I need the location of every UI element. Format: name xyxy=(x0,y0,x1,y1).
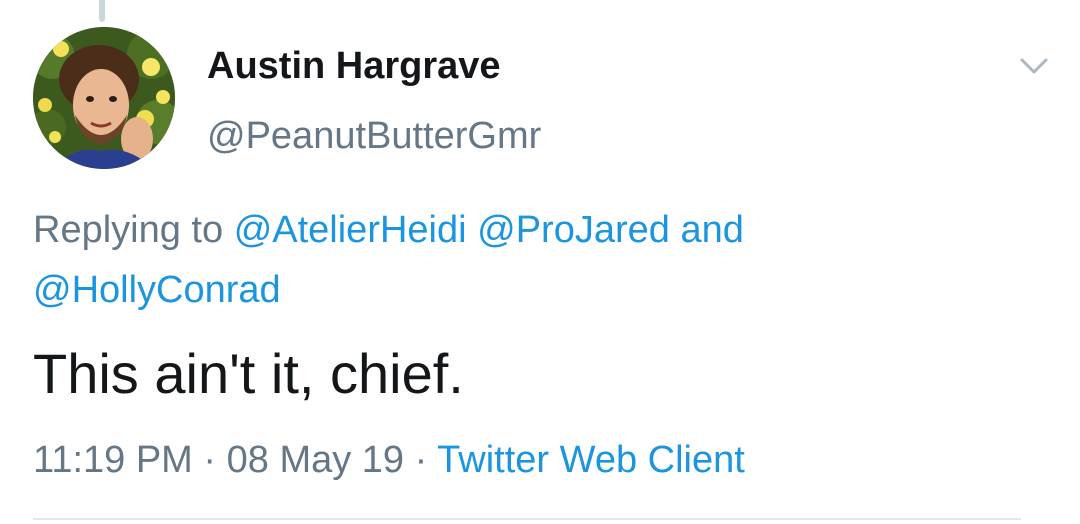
avatar-photo-icon xyxy=(33,27,175,169)
tweet-date[interactable]: 08 May 19 xyxy=(227,439,404,481)
thread-connector-line xyxy=(99,0,105,22)
replying-to-label: Replying to xyxy=(33,209,224,251)
replying-to-line: Replying to @AtelierHeidi @ProJared and … xyxy=(33,200,1043,320)
tweet-text: This ain't it, chief. xyxy=(33,342,464,405)
tweet-time[interactable]: 11:19 PM xyxy=(33,439,193,481)
mention-link[interactable]: @AtelierHeidi xyxy=(234,209,467,251)
author-handle[interactable]: @PeanutButterGmr xyxy=(207,112,541,160)
mention-link[interactable]: @HollyConrad xyxy=(33,269,281,311)
mention-conjunction[interactable]: and xyxy=(680,209,743,251)
tweet-meta: 11:19 PM · 08 May 19 · Twitter Web Clien… xyxy=(33,433,745,487)
avatar[interactable] xyxy=(33,27,175,169)
mention-link[interactable]: @ProJared xyxy=(477,209,670,251)
tweet-menu-button[interactable] xyxy=(1012,50,1056,82)
meta-separator: · xyxy=(203,439,217,481)
author-display-name[interactable]: Austin Hargrave xyxy=(207,42,501,90)
chevron-down-icon xyxy=(1020,58,1048,74)
meta-separator: · xyxy=(414,439,428,481)
tweet-source-link[interactable]: Twitter Web Client xyxy=(437,439,745,481)
divider xyxy=(33,518,1021,520)
